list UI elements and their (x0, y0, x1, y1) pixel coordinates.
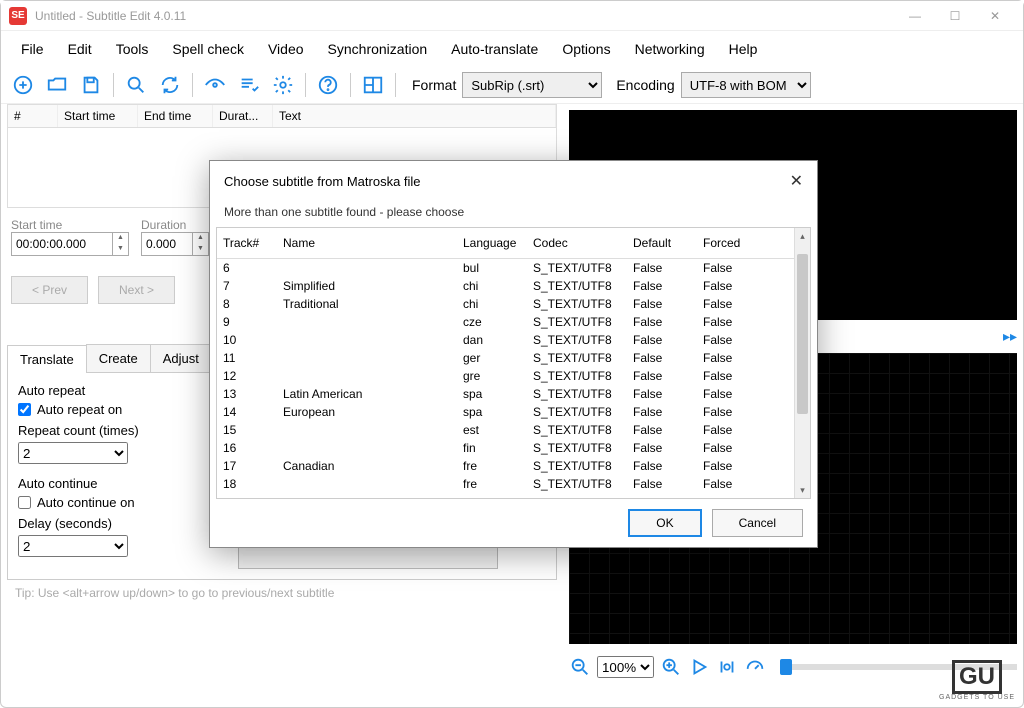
col-codec[interactable]: Codec (527, 232, 627, 254)
track-row[interactable]: 14EuropeanspaS_TEXT/UTF8FalseFalse (217, 403, 810, 421)
auto-continue-on-label: Auto continue on (37, 495, 135, 510)
position-icon[interactable] (716, 656, 738, 678)
app-icon: SE (9, 7, 27, 25)
delay-select[interactable]: 2 (18, 535, 128, 557)
track-row[interactable]: 12greS_TEXT/UTF8FalseFalse (217, 367, 810, 385)
delay-label: Delay (seconds) (18, 516, 218, 531)
duration-spinner[interactable]: ▲▼ (192, 233, 208, 255)
menu-spellcheck[interactable]: Spell check (160, 35, 256, 63)
col-track[interactable]: Track# (217, 232, 277, 254)
open-icon[interactable] (43, 71, 71, 99)
track-row[interactable]: 16finS_TEXT/UTF8FalseFalse (217, 439, 810, 457)
dialog-grid-header: Track# Name Language Codec Default Force… (217, 228, 810, 259)
dialog-grid-body[interactable]: 6bulS_TEXT/UTF8FalseFalse7SimplifiedchiS… (217, 259, 810, 498)
tip-text: Tip: Use <alt+arrow up/down> to go to pr… (7, 580, 557, 606)
track-row[interactable]: 8TraditionalchiS_TEXT/UTF8FalseFalse (217, 295, 810, 313)
col-name[interactable]: Name (277, 232, 457, 254)
dialog-title: Choose subtitle from Matroska file (224, 174, 790, 189)
next-button[interactable]: Next > (98, 276, 175, 304)
dialog-subtitle: More than one subtitle found - please ch… (210, 201, 817, 227)
format-select[interactable]: SubRip (.srt) (462, 72, 602, 98)
col-forced[interactable]: Forced (697, 232, 767, 254)
settings-icon[interactable] (269, 71, 297, 99)
watermark: GU GADGETS TO USE (939, 660, 1015, 701)
tab-create[interactable]: Create (86, 344, 151, 372)
col-default[interactable]: Default (627, 232, 697, 254)
track-row[interactable]: 7SimplifiedchiS_TEXT/UTF8FalseFalse (217, 277, 810, 295)
menu-tools[interactable]: Tools (104, 35, 161, 63)
col-dur[interactable]: Durat... (213, 105, 273, 127)
menu-edit[interactable]: Edit (56, 35, 104, 63)
col-language[interactable]: Language (457, 232, 527, 254)
repeat-count-label: Repeat count (times) (18, 423, 218, 438)
zoom-in-icon[interactable] (660, 656, 682, 678)
layout-icon[interactable] (359, 71, 387, 99)
minimize-icon[interactable]: — (895, 2, 935, 30)
close-icon[interactable]: ✕ (975, 2, 1015, 30)
menu-autotranslate[interactable]: Auto-translate (439, 35, 550, 63)
titlebar: SE Untitled - Subtitle Edit 4.0.11 — ☐ ✕ (1, 1, 1023, 31)
visual-sync-icon[interactable] (201, 71, 229, 99)
menu-file[interactable]: File (9, 35, 56, 63)
col-text[interactable]: Text (273, 105, 556, 127)
subtitle-grid-header: # Start time End time Durat... Text (7, 104, 557, 128)
dialog-scrollbar[interactable]: ▴ ▾ (794, 228, 810, 498)
tab-translate[interactable]: Translate (7, 345, 87, 373)
maximize-icon[interactable]: ☐ (935, 2, 975, 30)
search-icon[interactable] (122, 71, 150, 99)
replace-icon[interactable] (156, 71, 184, 99)
zoom-select[interactable]: 100% (597, 656, 654, 678)
col-end[interactable]: End time (138, 105, 213, 127)
encoding-select[interactable]: UTF-8 with BOM (681, 72, 811, 98)
encoding-label: Encoding (616, 77, 674, 93)
menu-sync[interactable]: Synchronization (316, 35, 440, 63)
spellcheck-icon[interactable] (235, 71, 263, 99)
track-row[interactable]: 10danS_TEXT/UTF8FalseFalse (217, 331, 810, 349)
col-num[interactable]: # (8, 105, 58, 127)
duration-label: Duration (141, 218, 209, 232)
duration-input[interactable] (142, 233, 192, 255)
auto-repeat-checkbox[interactable] (18, 403, 31, 416)
format-label: Format (412, 77, 456, 93)
auto-continue-label: Auto continue (18, 476, 218, 491)
track-row[interactable]: 13Latin AmericanspaS_TEXT/UTF8FalseFalse (217, 385, 810, 403)
prev-button[interactable]: < Prev (11, 276, 88, 304)
cancel-button[interactable]: Cancel (712, 509, 803, 537)
repeat-count-select[interactable]: 2 (18, 442, 128, 464)
track-row[interactable]: 17CanadianfreS_TEXT/UTF8FalseFalse (217, 457, 810, 475)
choose-subtitle-dialog: Choose subtitle from Matroska file ✕ Mor… (209, 160, 818, 548)
track-row[interactable]: 11gerS_TEXT/UTF8FalseFalse (217, 349, 810, 367)
track-row[interactable]: 9czeS_TEXT/UTF8FalseFalse (217, 313, 810, 331)
menubar: File Edit Tools Spell check Video Synchr… (1, 31, 1023, 67)
speed-icon[interactable] (744, 656, 766, 678)
start-time-input[interactable] (12, 233, 112, 255)
ok-button[interactable]: OK (628, 509, 701, 537)
dialog-close-icon[interactable]: ✕ (790, 171, 803, 191)
help-icon[interactable] (314, 71, 342, 99)
auto-repeat-label: Auto repeat (18, 383, 218, 398)
track-row[interactable]: 15estS_TEXT/UTF8FalseFalse (217, 421, 810, 439)
new-icon[interactable] (9, 71, 37, 99)
track-row[interactable]: 6bulS_TEXT/UTF8FalseFalse (217, 259, 810, 277)
zoom-out-icon[interactable] (569, 656, 591, 678)
tab-adjust[interactable]: Adjust (150, 344, 212, 372)
start-time-spinner[interactable]: ▲▼ (112, 233, 128, 255)
window-title: Untitled - Subtitle Edit 4.0.11 (35, 9, 895, 23)
toolbar: Format SubRip (.srt) Encoding UTF-8 with… (1, 67, 1023, 104)
col-start[interactable]: Start time (58, 105, 138, 127)
video-forward-icon[interactable]: ▸▸ (1003, 328, 1017, 345)
menu-help[interactable]: Help (717, 35, 770, 63)
menu-networking[interactable]: Networking (623, 35, 717, 63)
save-icon[interactable] (77, 71, 105, 99)
menu-options[interactable]: Options (550, 35, 622, 63)
start-time-label: Start time (11, 218, 129, 232)
auto-continue-checkbox[interactable] (18, 496, 31, 509)
track-row[interactable]: 18freS_TEXT/UTF8FalseFalse (217, 475, 810, 493)
play-icon[interactable] (688, 656, 710, 678)
menu-video[interactable]: Video (256, 35, 316, 63)
auto-repeat-on-label: Auto repeat on (37, 402, 122, 417)
